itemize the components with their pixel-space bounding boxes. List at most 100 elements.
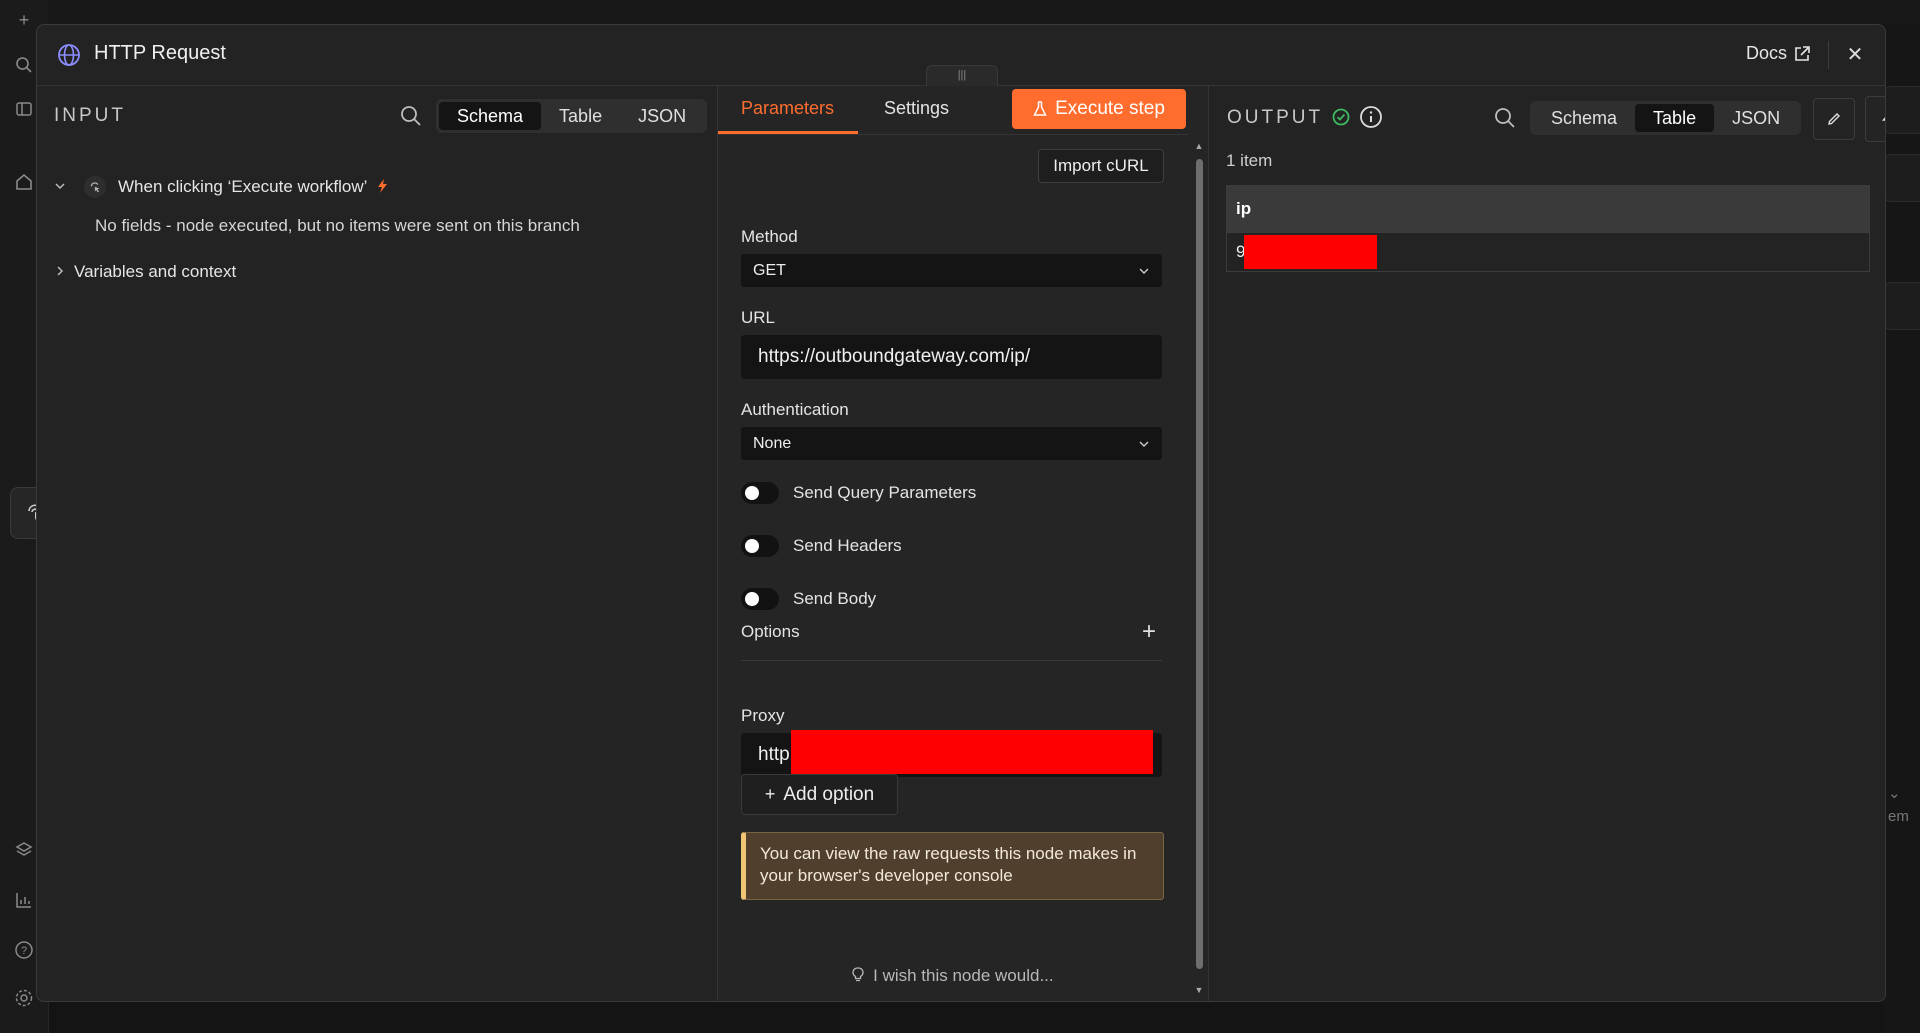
send-body-toggle[interactable]: [741, 588, 779, 610]
chevron-right-icon[interactable]: [54, 265, 68, 280]
scroll-up-arrow-icon[interactable]: ▲: [1193, 141, 1205, 151]
table-row: 9: [1226, 232, 1870, 272]
execute-step-button[interactable]: Execute step: [1012, 89, 1186, 129]
send-query-parameters-row: Send Query Parameters: [741, 482, 976, 504]
add-icon[interactable]: +: [12, 8, 36, 32]
lightning-bolt-icon: [377, 178, 388, 196]
edit-output-button[interactable]: [1813, 98, 1855, 140]
external-link-icon: [1795, 45, 1810, 61]
ip-redaction-block: [1244, 235, 1377, 269]
svg-text:?: ?: [21, 945, 27, 957]
canvas-right-peek: ⌄ em: [1884, 24, 1920, 1033]
globe-icon: [57, 43, 81, 72]
feedback-link[interactable]: I wish this node would...: [718, 966, 1188, 986]
active-tab-indicator: [718, 131, 858, 134]
output-items-count: 1 item: [1226, 151, 1273, 170]
canvas-top-strip: [48, 0, 1920, 24]
output-tab-json[interactable]: JSON: [1714, 104, 1798, 132]
input-tab-schema[interactable]: Schema: [439, 102, 542, 130]
scroll-down-arrow-icon[interactable]: ▼: [1193, 985, 1205, 995]
output-tab-schema[interactable]: Schema: [1533, 104, 1635, 132]
docs-link[interactable]: Docs: [1746, 43, 1811, 64]
info-icon[interactable]: [1359, 105, 1383, 134]
canvas-node-peek: [1884, 86, 1920, 134]
search-icon[interactable]: [12, 56, 36, 80]
tab-settings[interactable]: Settings: [884, 98, 949, 119]
method-select[interactable]: GET: [741, 254, 1162, 287]
panel-toggle-icon[interactable]: [12, 100, 36, 124]
send-body-row: Send Body: [741, 588, 876, 610]
plus-icon: +: [764, 784, 776, 804]
input-tab-table[interactable]: Table: [541, 102, 620, 130]
docs-label: Docs: [1745, 43, 1787, 63]
insights-icon[interactable]: [12, 890, 36, 914]
pin-icon: [1882, 111, 1885, 121]
send-body-label: Send Body: [793, 589, 877, 608]
method-value: GET: [753, 261, 786, 279]
authentication-select[interactable]: None: [741, 427, 1162, 460]
variables-context-label: Variables and context: [74, 262, 237, 281]
column-header-ip[interactable]: ip: [1226, 185, 1870, 233]
panel-drag-handle[interactable]: |||: [926, 65, 998, 86]
output-table: ip 9: [1226, 185, 1870, 272]
input-panel-label: INPUT: [54, 105, 126, 126]
send-query-parameters-toggle[interactable]: [741, 482, 779, 504]
authentication-label: Authentication: [741, 400, 849, 419]
scrollbar-thumb[interactable]: [1196, 159, 1203, 969]
canvas-node-peek: [1884, 154, 1920, 202]
input-tab-json[interactable]: JSON: [620, 102, 704, 130]
add-option-button[interactable]: + Add option: [741, 774, 898, 815]
close-icon[interactable]: ✕: [1843, 43, 1867, 67]
header-divider: [1828, 41, 1829, 69]
canvas-node-peek: [1884, 282, 1920, 330]
chevron-down-icon[interactable]: [54, 180, 68, 195]
proxy-value: http: [758, 744, 790, 765]
options-label: Options: [741, 622, 800, 641]
flask-icon: [1033, 101, 1047, 116]
canvas-chevron-icon: ⌄: [1888, 785, 1901, 802]
chevron-down-icon: [1139, 268, 1149, 274]
node-details-modal: HTTP Request Docs ✕ INPUT Schema Table J…: [36, 24, 1886, 1002]
output-view-switcher: Schema Table JSON: [1530, 101, 1802, 135]
settings-gear-icon[interactable]: [12, 988, 36, 1012]
output-search-icon[interactable]: [1494, 107, 1516, 134]
tab-parameters[interactable]: Parameters: [741, 98, 834, 119]
add-option-label: Add option: [783, 783, 875, 805]
parameters-panel: Parameters Settings Execute step Import …: [717, 86, 1209, 1001]
lightbulb-icon: [852, 967, 865, 982]
pin-output-button[interactable]: [1865, 96, 1885, 142]
authentication-value: None: [753, 434, 792, 452]
send-headers-toggle[interactable]: [741, 535, 779, 557]
feedback-label: I wish this node would...: [873, 966, 1054, 985]
variables-context-row[interactable]: Variables and context: [54, 262, 236, 282]
cursor-click-icon: [84, 176, 106, 198]
help-icon[interactable]: ?: [12, 940, 36, 964]
output-panel: OUTPUT Schema Table JSON 1 item ip 9: [1209, 86, 1885, 1001]
developer-console-callout: You can view the raw requests this node …: [741, 832, 1164, 900]
output-panel-label: OUTPUT: [1227, 107, 1324, 128]
url-label: URL: [741, 308, 776, 327]
import-curl-button[interactable]: Import cURL: [1038, 149, 1164, 183]
pencil-icon: [1828, 113, 1840, 125]
templates-icon[interactable]: [12, 840, 36, 864]
input-panel: INPUT Schema Table JSON When clicking ‘E…: [37, 86, 716, 1001]
method-label: Method: [741, 227, 798, 246]
parameters-scrollbar[interactable]: ▲ ▼: [1193, 141, 1205, 997]
canvas-clipped-text: em: [1888, 808, 1909, 825]
trigger-node-row[interactable]: When clicking ‘Execute workflow’: [54, 176, 388, 198]
send-headers-label: Send Headers: [793, 536, 902, 555]
add-options-plus-icon[interactable]: +: [1142, 618, 1156, 646]
url-input[interactable]: https://outboundgateway.com/ip/: [741, 335, 1162, 379]
home-icon[interactable]: [12, 172, 36, 196]
output-tab-table[interactable]: Table: [1635, 104, 1715, 132]
send-headers-row: Send Headers: [741, 535, 902, 557]
proxy-label: Proxy: [741, 706, 785, 725]
options-section: Options +: [741, 618, 1162, 661]
modal-title: HTTP Request: [94, 42, 226, 64]
trigger-node-name: When clicking ‘Execute workflow’: [118, 177, 368, 196]
chevron-down-icon: [1139, 441, 1149, 447]
success-check-icon: [1332, 108, 1350, 131]
table-cell-ip[interactable]: 9: [1226, 232, 1870, 272]
no-fields-note: No fields - node executed, but no items …: [95, 216, 580, 235]
input-search-icon[interactable]: [400, 105, 422, 132]
